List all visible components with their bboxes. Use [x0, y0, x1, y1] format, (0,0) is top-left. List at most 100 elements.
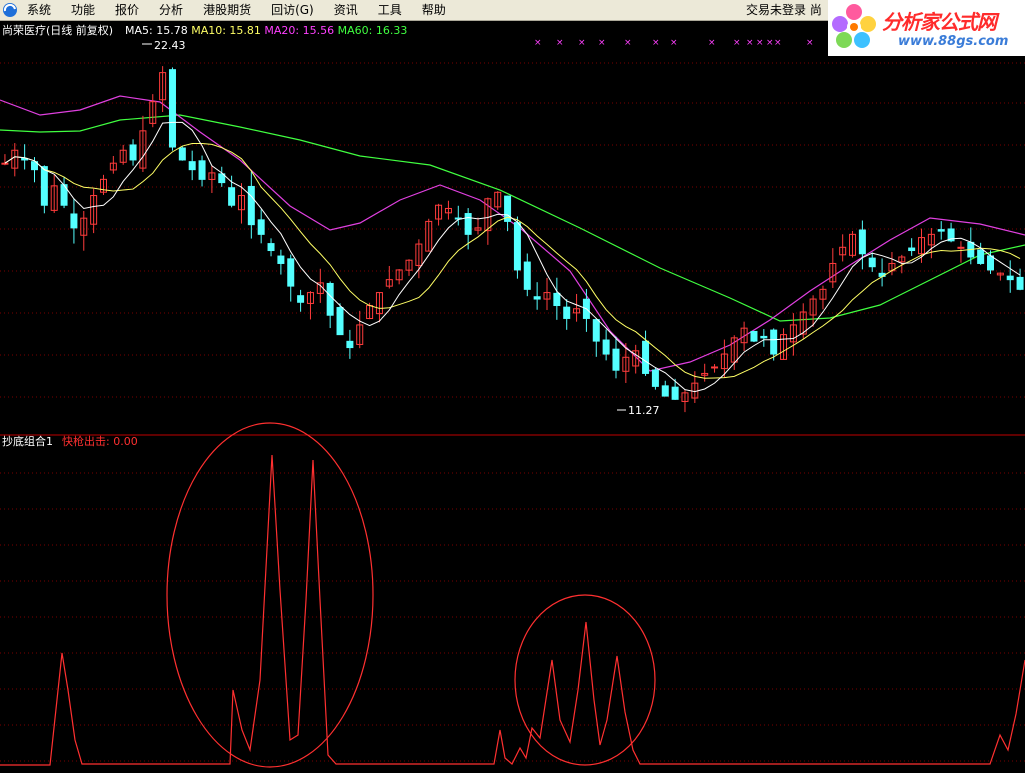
candle — [780, 328, 788, 360]
signal-marker-2: × — [578, 38, 586, 48]
candle — [533, 282, 541, 310]
candle — [444, 200, 452, 220]
candle — [543, 277, 551, 311]
candle — [119, 144, 127, 165]
candle — [868, 252, 876, 272]
indicator-path — [0, 454, 1025, 766]
signal-marker-0: × — [534, 38, 542, 48]
candle — [563, 299, 571, 330]
ma-legend-item-0: MA5: 15.78 — [125, 24, 188, 37]
candle — [375, 292, 383, 323]
candle — [70, 198, 78, 244]
candle — [642, 330, 650, 376]
candle — [50, 174, 58, 213]
indicator-series-label: 快枪出击: 0.00 — [62, 434, 138, 448]
candle — [109, 155, 117, 174]
candle — [651, 367, 659, 390]
candle — [799, 303, 807, 339]
ma-legend-item-2: MA20: 15.56 — [261, 24, 334, 37]
signal-marker-8: × — [733, 38, 741, 48]
ma5-path — [4, 121, 1021, 393]
candle — [297, 289, 305, 312]
indicator-line — [0, 454, 1025, 766]
menu-item-6[interactable]: 资讯 — [325, 0, 369, 20]
signal-marker-10: × — [756, 38, 764, 48]
menu-item-7[interactable]: 工具 — [369, 0, 413, 20]
stock-title: 尚荣医疗(日线 前复权) — [2, 23, 113, 37]
candle — [602, 329, 610, 361]
candle — [247, 171, 255, 239]
signal-marker-12: × — [774, 38, 782, 48]
grid-lines — [0, 62, 1025, 762]
candle — [326, 281, 334, 329]
ma-legend: MA5: 15.78 MA10: 15.81 MA20: 15.56 MA60:… — [125, 24, 407, 37]
candle — [178, 146, 186, 161]
ma20-line — [0, 95, 1025, 372]
ma20-path — [0, 95, 1025, 372]
candlesticks — [1, 66, 1024, 413]
candle — [513, 216, 521, 279]
candle — [1, 154, 9, 166]
candle — [908, 238, 916, 256]
candle — [592, 318, 600, 357]
candle — [494, 191, 502, 210]
candle — [937, 221, 945, 240]
candle — [208, 165, 216, 194]
candle — [40, 165, 48, 214]
ma-legend-item-1: MA10: 15.81 — [188, 24, 261, 37]
menu-item-1[interactable]: 功能 — [62, 0, 106, 20]
signal-marker-4: × — [624, 38, 632, 48]
candle — [553, 277, 561, 320]
candle — [198, 155, 206, 187]
menu-item-2[interactable]: 报价 — [106, 0, 150, 20]
signal-marker-5: × — [652, 38, 660, 48]
candle — [523, 253, 531, 297]
candle — [711, 364, 719, 373]
candle — [849, 230, 857, 258]
candle — [405, 259, 413, 276]
menu-item-8[interactable]: 帮助 — [413, 0, 457, 20]
candle — [395, 269, 403, 285]
candle — [139, 115, 147, 172]
candle — [60, 176, 68, 209]
candle — [267, 238, 275, 257]
menu-item-5[interactable]: 回访(G) — [262, 0, 325, 20]
candle — [346, 329, 354, 359]
candle — [356, 310, 364, 349]
menu-item-0[interactable]: 系统 — [18, 0, 62, 20]
signal-marker-11: × — [766, 38, 774, 48]
trade-status[interactable]: 交易未登录 尚 — [746, 0, 822, 20]
signal-markers: × × × × × × × × × × × × × × — [534, 38, 814, 48]
candle — [977, 242, 985, 265]
candle — [927, 228, 935, 259]
signal-marker-1: × — [556, 38, 564, 48]
candle — [435, 203, 443, 226]
candle — [681, 389, 689, 413]
candle — [21, 144, 29, 170]
candle — [878, 258, 886, 287]
candle — [385, 266, 393, 289]
chart-area[interactable]: × × × × × × × × × × × × × × 尚荣医疗(日线 前复权) MA5: 15.78 M… — [0, 21, 1025, 773]
candle — [504, 195, 512, 232]
highlight-circle-1 — [514, 594, 656, 766]
ma5-line — [4, 121, 1021, 393]
high-price-label: 22.43 — [154, 39, 186, 52]
low-price-label: 11.27 — [628, 404, 660, 417]
signal-marker-9: × — [746, 38, 754, 48]
candle — [612, 336, 620, 379]
candle — [287, 254, 295, 302]
ma10-path — [4, 142, 1021, 379]
candle — [1016, 268, 1024, 291]
signal-marker-7: × — [708, 38, 716, 48]
signal-marker-13: × — [806, 38, 814, 48]
menu-item-4[interactable]: 港股期货 — [194, 0, 262, 20]
ma-legend-item-3: MA60: 16.33 — [334, 24, 407, 37]
candle — [454, 205, 462, 226]
candle — [168, 67, 176, 151]
menu-item-3[interactable]: 分析 — [150, 0, 194, 20]
highlight-circle-0 — [166, 422, 374, 768]
main-menu: 系统 功能 报价 分析 港股期货 回访(G) 资讯 工具 帮助 — [18, 0, 457, 20]
candle — [99, 174, 107, 195]
candle — [701, 363, 709, 382]
highlight-circles — [166, 422, 656, 768]
